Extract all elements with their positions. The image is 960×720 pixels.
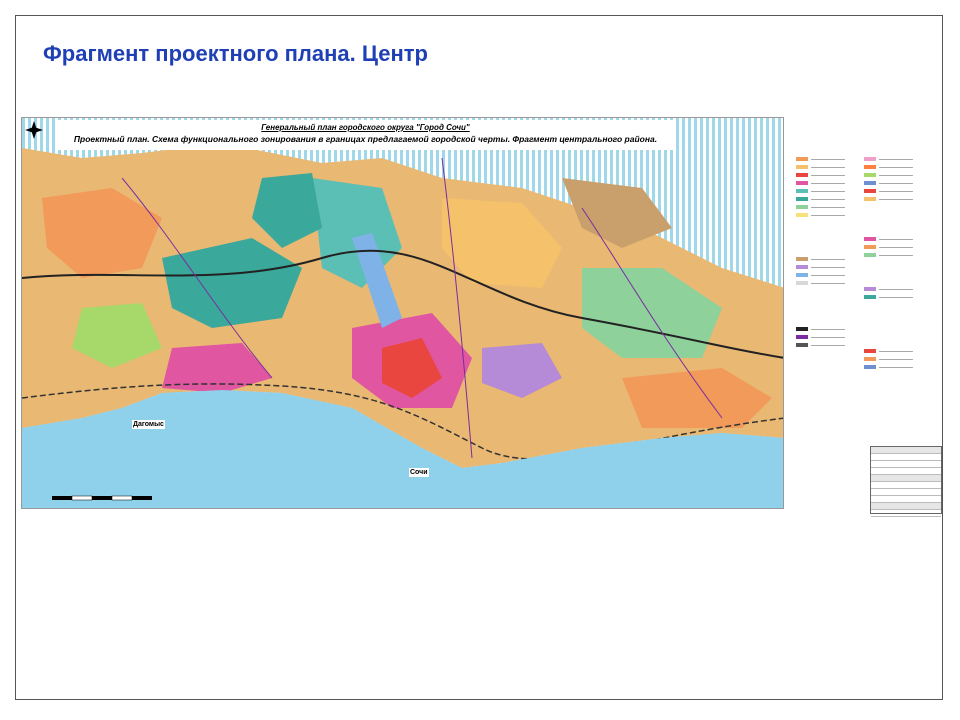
legend-row bbox=[796, 165, 845, 169]
legend-row bbox=[796, 335, 845, 339]
legend-swatch bbox=[864, 173, 876, 177]
legend-row bbox=[864, 287, 913, 291]
legend-row bbox=[864, 349, 913, 353]
legend-swatch bbox=[864, 165, 876, 169]
legend-row bbox=[796, 205, 845, 209]
legend-row bbox=[864, 295, 913, 299]
map-title: Генеральный план городского округа "Горо… bbox=[261, 123, 470, 132]
legend-row bbox=[796, 281, 845, 285]
legend-swatch bbox=[796, 157, 808, 161]
legend-swatch bbox=[864, 295, 876, 299]
legend-swatch bbox=[796, 273, 808, 277]
zoning-map[interactable] bbox=[22, 118, 784, 509]
legend-row bbox=[864, 197, 913, 201]
map-header: Генеральный план городского округа "Горо… bbox=[58, 120, 673, 150]
legend-swatch bbox=[864, 157, 876, 161]
legend-row bbox=[796, 327, 845, 331]
legend-row bbox=[864, 165, 913, 169]
legend-swatch bbox=[864, 287, 876, 291]
legend-swatch bbox=[864, 189, 876, 193]
legend-row bbox=[796, 343, 845, 347]
legend-row bbox=[796, 257, 845, 261]
legend-swatch bbox=[796, 197, 808, 201]
legend-row bbox=[796, 273, 845, 277]
legend-row bbox=[864, 181, 913, 185]
legend-row bbox=[864, 189, 913, 193]
legend-row bbox=[864, 253, 913, 257]
map-subtitle: Проектный план. Схема функционального зо… bbox=[73, 134, 658, 144]
legend-swatch bbox=[796, 189, 808, 193]
legend-row bbox=[796, 173, 845, 177]
title-block-stamp bbox=[870, 446, 942, 517]
legend-row bbox=[796, 197, 845, 201]
legend-row bbox=[864, 173, 913, 177]
legend-swatch bbox=[796, 173, 808, 177]
legend-row bbox=[796, 181, 845, 185]
legend-row bbox=[796, 265, 845, 269]
legend-swatch bbox=[796, 181, 808, 185]
legend-row bbox=[864, 237, 913, 241]
legend-swatch bbox=[864, 245, 876, 249]
legend-swatch bbox=[796, 257, 808, 261]
legend-swatch bbox=[796, 213, 808, 217]
legend-swatch bbox=[864, 197, 876, 201]
legend-swatch bbox=[864, 349, 876, 353]
map-panel[interactable]: Генеральный план городского округа "Горо… bbox=[21, 117, 784, 509]
scale-bar bbox=[52, 495, 152, 501]
slide-title: Фрагмент проектного плана. Центр bbox=[43, 41, 428, 66]
legend-swatch bbox=[864, 253, 876, 257]
legend-row bbox=[864, 245, 913, 249]
legend-swatch bbox=[796, 343, 808, 347]
legend-swatch bbox=[864, 181, 876, 185]
legend-swatch bbox=[796, 327, 808, 331]
legend-swatch bbox=[864, 365, 876, 369]
legend-swatch bbox=[796, 265, 808, 269]
legend-row bbox=[796, 213, 845, 217]
legend-row bbox=[796, 157, 845, 161]
legend-row bbox=[796, 189, 845, 193]
legend-swatch bbox=[864, 237, 876, 241]
legend-swatch bbox=[796, 281, 808, 285]
city-label-dagomys: Дагомыс bbox=[132, 420, 165, 429]
legend-row bbox=[864, 357, 913, 361]
legend-row bbox=[864, 365, 913, 369]
legend-swatch bbox=[796, 165, 808, 169]
legend-swatch bbox=[796, 335, 808, 339]
legend-row bbox=[864, 157, 913, 161]
legend-swatch bbox=[796, 205, 808, 209]
legend-swatch bbox=[864, 357, 876, 361]
city-label-sochi: Сочи bbox=[409, 468, 429, 477]
